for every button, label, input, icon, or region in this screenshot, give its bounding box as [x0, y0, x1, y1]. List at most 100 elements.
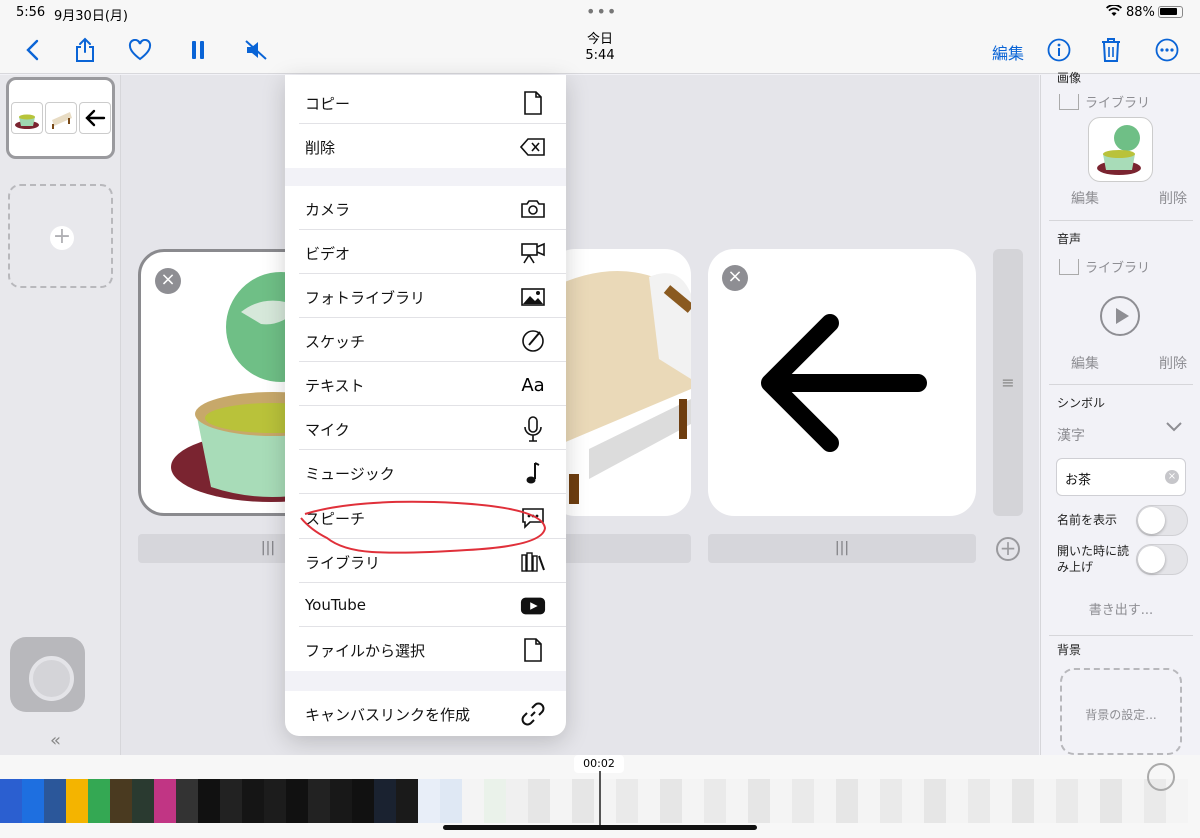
trash-icon[interactable]: [1097, 36, 1125, 64]
menu-item-sketch[interactable]: スケッチ: [285, 318, 566, 362]
menu-item-mic[interactable]: マイク: [285, 406, 566, 450]
status-time: 5:56: [16, 5, 46, 20]
frame-thumb: [22, 779, 44, 823]
pause-icon[interactable]: [184, 36, 212, 64]
frame-thumb: [132, 779, 154, 823]
menu-item-camera[interactable]: カメラ: [285, 186, 566, 230]
frame-thumb: [836, 779, 858, 823]
symbol-type-select[interactable]: 漢字: [1057, 425, 1085, 445]
back-chevron-icon[interactable]: [18, 36, 46, 64]
frame-thumb: [176, 779, 198, 823]
books-icon: [1059, 93, 1079, 110]
menu-item-photo-library[interactable]: フォトライブラリ: [285, 274, 566, 318]
menu-item-speech[interactable]: スピーチ: [285, 495, 566, 539]
frame-thumb: [110, 779, 132, 823]
menu-item-music[interactable]: ミュージック: [285, 450, 566, 494]
menu-item-label: ファイルから選択: [305, 642, 426, 660]
top-toolbar: 今日 5:44 編集: [0, 26, 1200, 74]
audio-actions: 編集 削除: [1071, 353, 1187, 373]
assistive-touch-button[interactable]: [10, 637, 85, 712]
frame-thumb: [286, 779, 308, 823]
speaker-mute-icon[interactable]: [242, 36, 270, 64]
remove-card-icon[interactable]: ×: [722, 265, 748, 291]
play-audio-icon[interactable]: [1100, 296, 1140, 336]
arrow-image: [761, 314, 927, 452]
frame-thumb: [1078, 779, 1100, 823]
frame-thumb: [154, 779, 176, 823]
edit-button[interactable]: 編集: [992, 40, 1024, 64]
image-library-button[interactable]: ライブラリ: [1059, 92, 1150, 111]
read-on-open-toggle[interactable]: [1136, 544, 1188, 575]
symbol-name-input[interactable]: お茶 ×: [1056, 458, 1186, 496]
menu-item-library[interactable]: ライブラリ: [285, 539, 566, 583]
insert-menu: コピー 削除 カメラ ビデオ フォトライブラリ スケッチ テキスト Aa マイク…: [285, 75, 566, 736]
home-indicator[interactable]: [443, 825, 757, 830]
show-name-toggle[interactable]: [1136, 505, 1188, 536]
clear-icon[interactable]: ×: [1165, 470, 1179, 484]
frame-thumb: [1034, 779, 1056, 823]
back-arrow-card[interactable]: ×: [708, 249, 976, 516]
card-resize-bar[interactable]: |||: [708, 534, 976, 563]
link-icon: [520, 701, 546, 727]
menu-item-label: YouTube: [305, 596, 366, 614]
menu-item-copy[interactable]: コピー: [285, 80, 566, 124]
inspector-panel: 画像 ライブラリ 編集 削除 音声 ライブラリ 編集 削除 シンボル 漢字 お茶…: [1040, 71, 1200, 755]
card-resize-bar[interactable]: [549, 534, 691, 563]
add-card-button[interactable]: +: [996, 537, 1020, 561]
frame-thumb: [396, 779, 418, 823]
more-icon[interactable]: [1153, 36, 1181, 64]
multitasking-dots-icon[interactable]: •••: [586, 2, 617, 21]
plus-icon: +: [50, 226, 74, 250]
background-section-title: 背景: [1057, 643, 1082, 657]
divider: [299, 493, 566, 494]
export-button[interactable]: 書き出す...: [1041, 599, 1200, 618]
add-page-button[interactable]: +: [8, 184, 113, 288]
status-bar: 5:56 9月30日(月) ••• 88%: [0, 0, 1200, 26]
menu-item-delete[interactable]: 削除: [285, 124, 566, 168]
arrow-thumb-icon: [78, 102, 111, 134]
menu-item-label: スケッチ: [305, 333, 366, 351]
text-aa-icon: Aa: [521, 374, 545, 396]
background-settings-button[interactable]: 背景の設定...: [1060, 668, 1182, 755]
audio-delete-button[interactable]: 削除: [1159, 353, 1187, 373]
info-icon[interactable]: [1045, 36, 1073, 64]
bed-card[interactable]: [549, 249, 691, 516]
menu-item-video[interactable]: ビデオ: [285, 230, 566, 274]
remove-card-icon[interactable]: ×: [155, 268, 181, 294]
frame-thumb: [1100, 779, 1122, 823]
menu-item-label: 削除: [305, 139, 336, 157]
menu-item-label: マイク: [305, 421, 350, 439]
frame-thumb: [440, 779, 462, 823]
menu-item-canvas-link[interactable]: キャンバスリンクを作成: [285, 691, 566, 735]
page-thumbnail[interactable]: [6, 77, 115, 159]
frame-thumb: [66, 779, 88, 823]
divider: [1049, 220, 1193, 221]
frame-thumb: [1012, 779, 1034, 823]
audio-library-label: ライブラリ: [1085, 261, 1151, 276]
row-drag-handle[interactable]: ≡: [993, 249, 1023, 516]
audio-edit-button[interactable]: 編集: [1071, 353, 1099, 373]
file-icon: [520, 637, 546, 663]
gear-icon[interactable]: [1147, 763, 1175, 791]
image-edit-button[interactable]: 編集: [1071, 188, 1099, 208]
frame-thumb: [616, 779, 638, 823]
image-delete-button[interactable]: 削除: [1159, 188, 1187, 208]
show-name-label: 名前を表示: [1057, 513, 1118, 527]
menu-separator: [285, 168, 566, 186]
playhead-scrubber[interactable]: [599, 771, 601, 825]
chevron-down-icon[interactable]: [1165, 421, 1183, 437]
heart-icon[interactable]: [126, 36, 154, 64]
battery-percent: 88%: [1126, 5, 1155, 20]
menu-item-youtube[interactable]: YouTube: [285, 583, 566, 627]
collapse-chevrons-icon[interactable]: «: [50, 730, 61, 751]
menu-item-label: コピー: [305, 95, 351, 113]
menu-item-choose-file[interactable]: ファイルから選択: [285, 627, 566, 671]
menu-item-text[interactable]: テキスト Aa: [285, 362, 566, 406]
share-icon[interactable]: [71, 36, 99, 64]
books-icon: [1059, 258, 1079, 275]
frame-thumb: [220, 779, 242, 823]
camera-icon: [520, 196, 546, 222]
audio-library-button[interactable]: ライブラリ: [1059, 257, 1150, 276]
image-preview[interactable]: [1088, 117, 1153, 182]
frame-thumb: [308, 779, 330, 823]
